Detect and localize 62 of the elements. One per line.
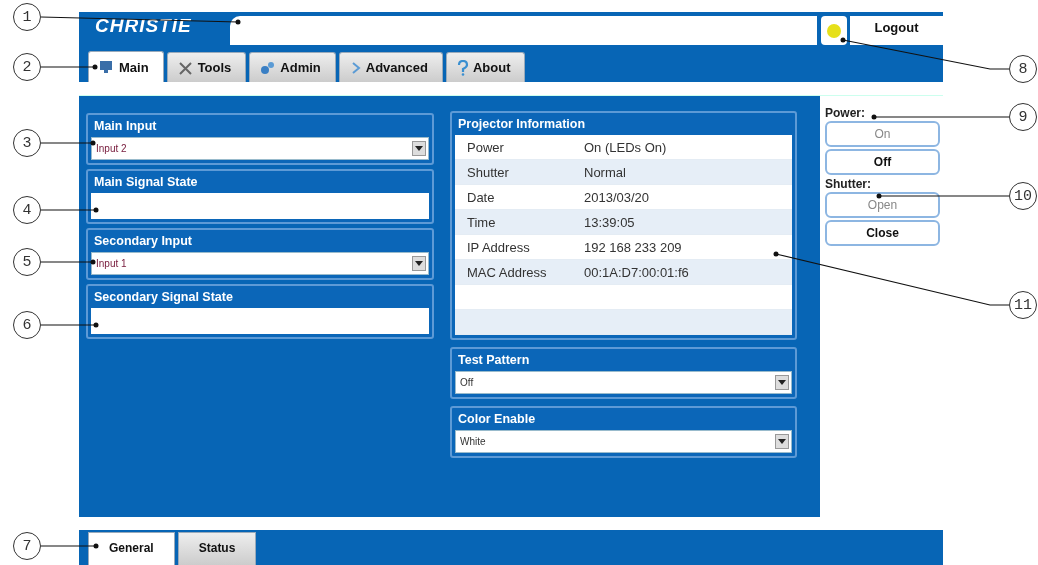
info-label: Time [466, 214, 497, 230]
tab[interactable]: Admin [249, 52, 336, 82]
info-value: 00:1A:D7:00:01:f6 [584, 264, 689, 280]
info-label: MAC Address [466, 264, 548, 280]
panel-title: Secondary Input [93, 233, 193, 250]
info-label: Date [466, 189, 496, 205]
info-label: Shutter [466, 164, 510, 180]
leader-line [40, 543, 99, 549]
question-icon [456, 59, 469, 76]
dropdown[interactable]: Input 1 [91, 252, 429, 275]
tools-icon [177, 60, 194, 75]
status-light-icon[interactable] [821, 16, 847, 45]
monitor-icon [99, 60, 115, 74]
callout-number: 8 [1009, 55, 1037, 83]
control-label: Shutter: [825, 177, 872, 192]
tab[interactable]: Status [177, 532, 257, 565]
logout-button[interactable]: Logout [850, 16, 943, 45]
callout-number: 10 [1009, 182, 1037, 210]
callout-number: 3 [13, 129, 41, 157]
leader-line [40, 140, 96, 146]
panel-title: Main Input [93, 118, 158, 135]
panel-title: Projector Information [457, 116, 587, 133]
callout-number: 4 [13, 196, 41, 224]
callout-number: 9 [1009, 103, 1037, 131]
dropdown-arrow-icon [415, 260, 423, 267]
tab[interactable]: Main [88, 51, 164, 82]
tab[interactable]: Advanced [338, 52, 443, 82]
callout-number: 5 [13, 248, 41, 276]
dropdown[interactable]: White [455, 430, 792, 453]
panel-title: Color Enable [457, 411, 537, 428]
callout-number: 6 [13, 311, 41, 339]
callout-number: 2 [13, 53, 41, 81]
callout-number: 7 [13, 532, 41, 560]
leader-line [40, 207, 99, 213]
panel-title: Secondary Signal State [93, 289, 234, 306]
dropdown[interactable]: Input 2 [91, 137, 429, 160]
info-value: On (LEDs On) [584, 139, 667, 155]
info-label: Power [466, 139, 505, 155]
control-label: Power: [825, 106, 866, 121]
info-value: 192 168 233 209 [584, 239, 682, 255]
leader-line [40, 259, 96, 265]
tab[interactable]: Tools [166, 52, 247, 82]
callout-number: 1 [13, 3, 41, 31]
info-value: 13:39:05 [584, 214, 635, 230]
dropdown-arrow-icon [778, 379, 786, 386]
info-value: 2013/03/20 [584, 189, 650, 205]
dropdown-arrow-icon [778, 438, 786, 445]
dropdown[interactable]: Off [455, 371, 792, 394]
tab[interactable]: About [445, 52, 526, 82]
info-value: Normal [584, 164, 626, 180]
logo: CHRISTIE [95, 14, 192, 38]
panel-title: Test Pattern [457, 352, 531, 369]
leader-line [40, 322, 99, 328]
tab[interactable]: General [88, 532, 175, 565]
callout-number: 11 [1009, 291, 1037, 319]
panel-title: Main Signal State [93, 174, 199, 191]
leader-line [40, 64, 98, 70]
control-button[interactable]: Off [825, 149, 940, 175]
control-button[interactable]: Close [825, 220, 940, 246]
gears-icon [260, 60, 277, 75]
dropdown-arrow-icon [415, 145, 423, 152]
info-label: IP Address [466, 239, 531, 255]
